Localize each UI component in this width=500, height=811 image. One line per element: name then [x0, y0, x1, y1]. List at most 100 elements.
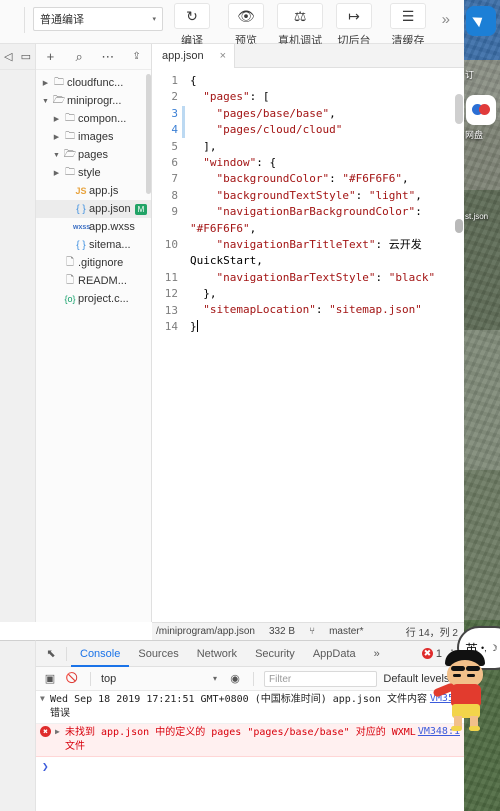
console-group-row[interactable]: ▼ Wed Sep 18 2019 17:21:51 GMT+0800 (中国标…	[36, 691, 464, 724]
real-device-debug-button[interactable]: ⚖ 真机调试	[275, 3, 325, 48]
tree-item--gitignore[interactable]: ·🗋.gitignore	[36, 254, 151, 272]
tree-item-label: miniprogr...	[67, 95, 122, 107]
toggle-sidebar-icon[interactable]: ◁	[4, 50, 12, 63]
new-file-icon[interactable]: +	[36, 49, 65, 64]
expand-triangle-icon[interactable]: ▶	[55, 726, 65, 754]
git-branch-icon: ⑂	[309, 626, 316, 637]
stack-icon: ☰	[390, 3, 426, 29]
no-chevron: ·	[62, 188, 73, 195]
expand-triangle-icon[interactable]: ▼	[40, 693, 50, 721]
tree-item-sitema---[interactable]: ·{ }sitema...	[36, 236, 151, 254]
tab-network[interactable]: Network	[188, 641, 246, 667]
line-number: 7	[171, 172, 178, 186]
upload-icon[interactable]: ⇪	[122, 51, 151, 62]
desktop-icon-netdisk[interactable]	[466, 95, 496, 125]
switch-background-button[interactable]: ↦ 切后台	[329, 3, 379, 48]
console-sidebar-icon[interactable]: ▣	[42, 672, 58, 685]
tree-item-label: pages	[78, 149, 108, 161]
line-number: 4	[171, 123, 178, 137]
chevron-right-icon[interactable]: ▶	[51, 169, 62, 177]
chevron-right-icon[interactable]: ▶	[40, 79, 51, 87]
top-toolbar: 普通编译 ▾ ↻ 编译 👁 预览 ⚖ 真机调试 ↦ 切后台 ☰ 清缓存 »	[0, 0, 464, 47]
mascot-shoe-right	[469, 726, 480, 731]
filter-divider	[90, 671, 91, 686]
tree-item-style[interactable]: ▶ 🗀 style	[36, 164, 151, 182]
editor-tab-app-json[interactable]: app.json ×	[152, 44, 236, 68]
tab-security[interactable]: Security	[246, 641, 304, 667]
mascot-eye-right	[467, 674, 475, 677]
prompt-caret-icon: ❯	[42, 760, 49, 773]
tree-item-label: app.wxss	[89, 221, 135, 233]
clear-console-icon[interactable]: 🚫	[64, 673, 80, 684]
explorer-scrollbar[interactable]	[146, 74, 151, 194]
code-line: "#F6F6F6",	[190, 221, 257, 235]
filter-divider-2	[253, 671, 254, 686]
more-options-icon[interactable]: ⋯	[94, 49, 123, 65]
code-line: "backgroundColor": "#F6F6F6",	[216, 172, 409, 186]
tree-item-compon---[interactable]: ▶ 🗀 compon...	[36, 110, 151, 128]
code-lines[interactable]: { "pages": [ "pages/base/base", "pages/c…	[184, 68, 464, 335]
mascot-eye-left	[453, 674, 461, 677]
code-area[interactable]: 1 2 3 4 5 6 7 8 9 10 11 12 13 14 { "pages": [ "pages/…	[152, 68, 464, 622]
file-explorer: + ⌕ ⋯ ⇪ ▶ 🗀 cloudfunc... ▼ 🗁 miniprogr... ▶ 🗀 co…	[36, 44, 152, 622]
console-error-row[interactable]: ✖ ▶ 未找到 app.json 中的定义的 pages "pages/base…	[36, 724, 464, 757]
compile-button[interactable]: ↻ 编译	[167, 3, 217, 48]
git-modified-badge: M	[134, 203, 148, 215]
code-line: ],	[203, 139, 217, 153]
code-line: "pages/cloud/cloud"	[216, 123, 343, 137]
file-icon: 🗋	[65, 274, 75, 286]
preview-button[interactable]: 👁 预览	[221, 3, 271, 48]
no-chevron: ·	[51, 260, 62, 267]
compile-mode-select[interactable]: 普通编译 ▾	[33, 7, 163, 31]
toggle-simulator-icon[interactable]: ▭	[21, 50, 31, 63]
inspect-element-icon[interactable]: ⬉	[40, 647, 62, 660]
tree-item-app-json[interactable]: ·{ }app.jsonM	[36, 200, 151, 218]
line-number: 13	[164, 303, 178, 317]
devtools-left-gutter	[0, 640, 36, 811]
toolbar-overflow-icon[interactable]: »	[442, 11, 450, 28]
tab-overflow-icon[interactable]: »	[365, 641, 389, 667]
no-chevron: ·	[62, 206, 73, 213]
tab-sources[interactable]: Sources	[129, 641, 187, 667]
desktop-icon-player[interactable]	[466, 6, 496, 36]
folder-icon: 🗀	[65, 112, 75, 124]
chevron-down-icon[interactable]: ▼	[40, 98, 51, 105]
status-git-branch[interactable]: master*	[329, 626, 363, 637]
tab-appdata[interactable]: AppData	[304, 641, 365, 667]
code-line: },	[203, 287, 217, 301]
execution-context-select[interactable]: top ▾	[101, 673, 221, 685]
tree-item-project-c---[interactable]: ·{o}project.c...	[36, 290, 151, 308]
tree-item-miniprogr---[interactable]: ▼ 🗁 miniprogr...	[36, 92, 151, 110]
tree-item-label: .gitignore	[78, 257, 124, 269]
chevron-down-icon[interactable]: ▼	[51, 152, 62, 159]
folder-icon: 🗀	[65, 130, 75, 142]
tree-item-app-js[interactable]: ·JSapp.js	[36, 182, 151, 200]
line-modified-marker	[182, 105, 185, 122]
clear-cache-button[interactable]: ☰ 清缓存	[383, 3, 433, 48]
console-filter-input[interactable]: Filter	[264, 670, 378, 687]
code-line: "backgroundTextStyle": "light",	[216, 188, 422, 202]
bug-icon: ⚖	[277, 3, 323, 29]
search-icon[interactable]: ⌕	[65, 49, 94, 65]
editor-scrollbar[interactable]	[455, 94, 463, 622]
chevron-right-icon[interactable]: ▶	[51, 133, 62, 141]
chevron-right-icon[interactable]: ▶	[51, 115, 62, 123]
editor-scroll-thumb-top[interactable]	[455, 94, 463, 124]
tree-item-label: READM...	[78, 275, 127, 287]
console-group-text: Wed Sep 18 2019 17:21:51 GMT+0800 (中国标准时…	[50, 694, 427, 719]
tree-item-images[interactable]: ▶ 🗀 images	[36, 128, 151, 146]
toolbar-divider	[24, 7, 25, 33]
code-editor: app.json × 1 2 3 4 5 6 7 8 9 10 11 12 13 14 { "pages"…	[152, 44, 464, 622]
tree-item-app-wxss[interactable]: ·wxssapp.wxss	[36, 218, 151, 236]
close-icon[interactable]: ×	[220, 50, 226, 62]
tree-item-readm---[interactable]: ·🗋READM...	[36, 272, 151, 290]
wallpaper-label-1: 订	[465, 70, 475, 80]
live-expression-icon[interactable]: ◉	[227, 672, 243, 685]
tree-item-pages[interactable]: ▼ 🗁 pages	[36, 146, 151, 164]
editor-scroll-thumb[interactable]	[455, 219, 463, 233]
line-number: 14	[164, 319, 178, 333]
tab-console[interactable]: Console	[71, 641, 130, 667]
tree-item-cloudfunc---[interactable]: ▶ 🗀 cloudfunc...	[36, 74, 151, 92]
console-prompt[interactable]: ❯	[36, 757, 464, 776]
code-line: "window": {	[203, 155, 277, 169]
